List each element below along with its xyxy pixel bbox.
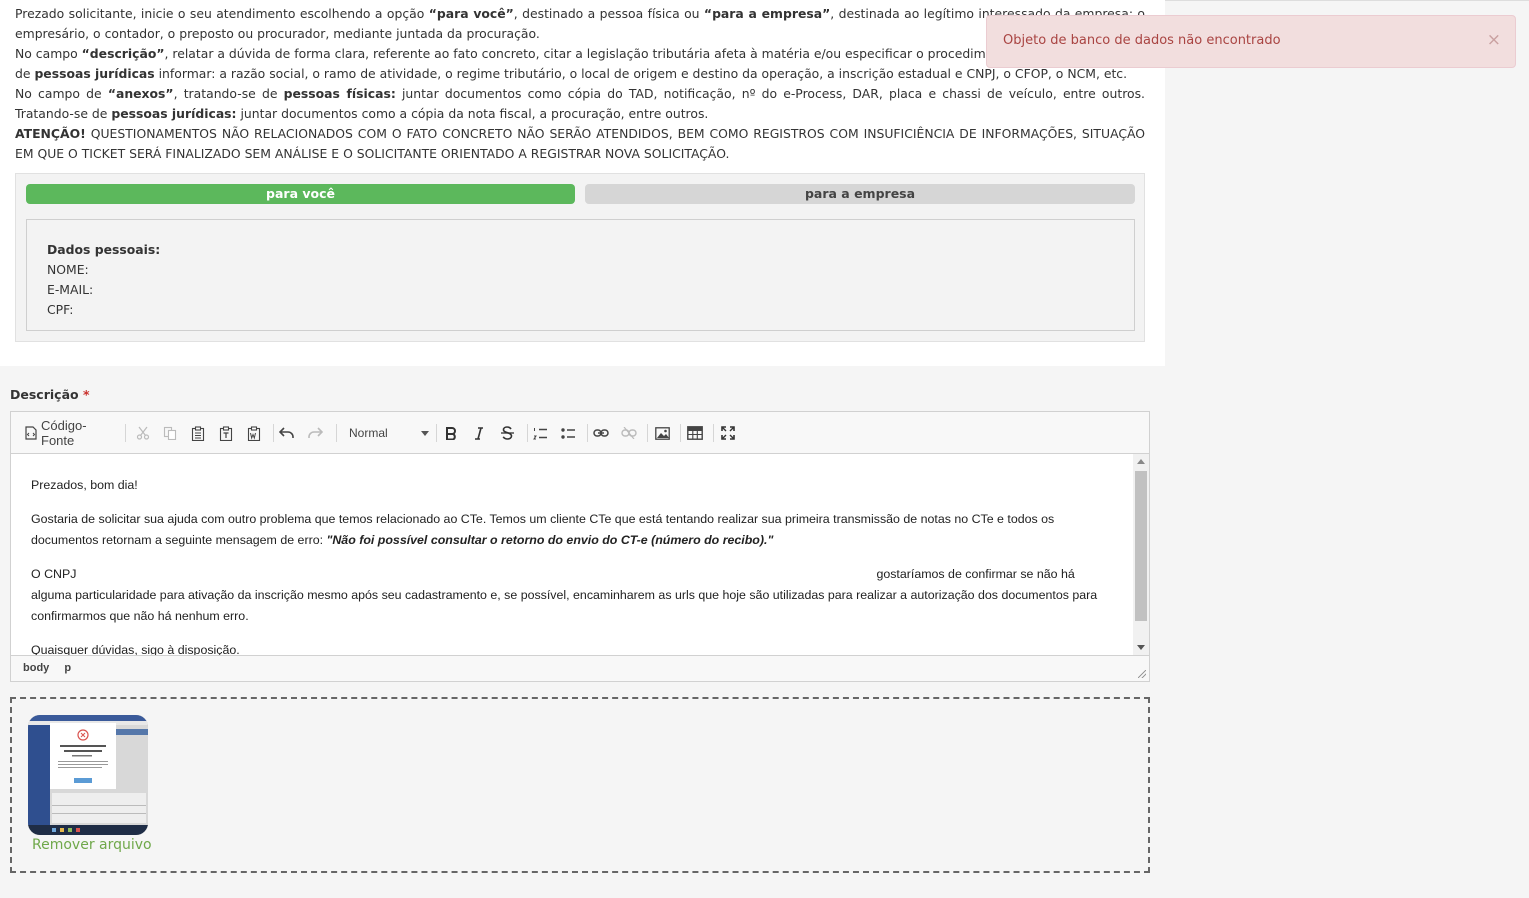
name-label: NOME: bbox=[47, 262, 89, 277]
editor-scrollbar[interactable] bbox=[1133, 454, 1149, 655]
toolbar-separator bbox=[713, 424, 714, 442]
editor-paragraph: O CNPJ gostaríamos de confirmar se não há… bbox=[31, 567, 1098, 623]
tab-para-empresa[interactable]: para a empresa bbox=[585, 184, 1135, 204]
strikethrough-icon bbox=[500, 426, 514, 440]
cut-button[interactable] bbox=[133, 421, 153, 445]
toolbar-separator bbox=[436, 424, 437, 442]
path-body[interactable]: body bbox=[23, 662, 49, 674]
toolbar-separator bbox=[273, 424, 274, 442]
editor-toolbar: Código-Fonte Normal bbox=[11, 412, 1149, 454]
instructions-text: Prezado solicitante, inicie o seu atendi… bbox=[15, 4, 1145, 164]
bulleted-list-icon bbox=[560, 427, 576, 440]
personal-data-panel: Dados pessoais: NOME: E-MAIL: CPF: bbox=[26, 219, 1135, 331]
chevron-down-icon bbox=[421, 430, 429, 436]
editor-paragraph: Prezados, bom dia! bbox=[31, 478, 138, 492]
paste-button[interactable] bbox=[188, 421, 208, 445]
remove-file-link[interactable]: Remover arquivo bbox=[32, 837, 152, 853]
toolbar-separator bbox=[680, 424, 681, 442]
numbered-list-button[interactable] bbox=[530, 421, 550, 445]
resize-handle-icon[interactable] bbox=[1138, 670, 1146, 678]
email-label: E-MAIL: bbox=[47, 282, 94, 297]
toolbar-separator bbox=[647, 424, 648, 442]
redo-button[interactable] bbox=[305, 421, 325, 445]
tab-para-voce[interactable]: para você bbox=[26, 184, 575, 204]
link-icon bbox=[593, 428, 609, 438]
table-button[interactable] bbox=[685, 421, 705, 445]
editor-paragraph: Gostaria de solicitar sua ajuda com outr… bbox=[31, 512, 1055, 547]
unlink-button[interactable] bbox=[619, 421, 639, 445]
editor-content[interactable]: Prezados, bom dia! Gostaria de solicitar… bbox=[11, 454, 1133, 655]
toolbar-separator bbox=[587, 424, 588, 442]
format-select[interactable]: Normal bbox=[349, 421, 429, 445]
strikethrough-button[interactable] bbox=[497, 421, 517, 445]
source-code-button[interactable]: Código-Fonte bbox=[25, 418, 119, 448]
paste-word-icon bbox=[247, 425, 261, 441]
editor-paragraph: Quaisquer dúvidas, sigo à disposição. bbox=[31, 643, 240, 655]
unlink-icon bbox=[621, 427, 637, 439]
required-marker: * bbox=[82, 387, 90, 402]
error-alert: Objeto de banco de dados não encontrado … bbox=[986, 15, 1516, 68]
element-path-bar: body p bbox=[11, 655, 1149, 681]
paste-text-icon bbox=[219, 425, 233, 441]
bold-button[interactable] bbox=[441, 421, 461, 445]
scroll-thumb[interactable] bbox=[1135, 471, 1147, 621]
attachment-thumbnail bbox=[28, 715, 148, 835]
paste-text-button[interactable] bbox=[216, 421, 236, 445]
description-label: Descrição * bbox=[10, 387, 90, 402]
italic-button[interactable] bbox=[469, 421, 489, 445]
path-p[interactable]: p bbox=[64, 662, 71, 674]
source-label: Código-Fonte bbox=[41, 418, 87, 448]
italic-icon bbox=[474, 426, 484, 440]
toolbar-separator bbox=[125, 424, 126, 442]
intro-paragraph-2: No campo “descrição”, relatar a dúvida d… bbox=[15, 46, 1128, 81]
paste-word-button[interactable] bbox=[244, 421, 264, 445]
format-value: Normal bbox=[349, 426, 388, 440]
numbered-list-icon bbox=[532, 427, 548, 440]
intro-warning: ATENÇÃO! QUESTIONAMENTOS NÃO RELACIONADO… bbox=[15, 126, 1145, 161]
undo-icon bbox=[279, 427, 295, 439]
scroll-down-icon[interactable] bbox=[1137, 645, 1145, 650]
requester-type-box: para você para a empresa Dados pessoais:… bbox=[15, 173, 1145, 342]
scroll-up-icon[interactable] bbox=[1137, 459, 1145, 464]
paste-icon bbox=[191, 425, 205, 441]
image-icon bbox=[654, 426, 670, 440]
table-icon bbox=[687, 426, 703, 440]
link-button[interactable] bbox=[591, 421, 611, 445]
image-button[interactable] bbox=[652, 421, 672, 445]
intro-paragraph-3: No campo de “anexos”, tratando-se de pes… bbox=[15, 86, 1145, 121]
bulleted-list-button[interactable] bbox=[558, 421, 578, 445]
rich-text-editor: Código-Fonte Normal Prezados, bom dia! G… bbox=[10, 411, 1150, 682]
attachment-dropzone[interactable]: Remover arquivo bbox=[10, 697, 1150, 873]
copy-icon bbox=[163, 426, 177, 440]
source-icon bbox=[25, 426, 37, 440]
maximize-button[interactable] bbox=[718, 421, 738, 445]
bold-icon bbox=[445, 426, 457, 440]
toolbar-separator bbox=[527, 424, 528, 442]
redo-icon bbox=[307, 427, 323, 439]
screenshot-preview-image bbox=[28, 715, 148, 835]
error-message-quote: "Não foi possível consultar o retorno do… bbox=[326, 533, 774, 547]
toolbar-separator bbox=[336, 424, 337, 442]
alert-message: Objeto de banco de dados não encontrado bbox=[1003, 33, 1281, 48]
scissors-icon bbox=[136, 426, 150, 440]
personal-data-heading: Dados pessoais: bbox=[47, 242, 161, 257]
close-icon[interactable]: × bbox=[1487, 30, 1501, 50]
copy-button[interactable] bbox=[160, 421, 180, 445]
undo-button[interactable] bbox=[277, 421, 297, 445]
maximize-icon bbox=[721, 426, 735, 440]
intro-paragraph-1: Prezado solicitante, inicie o seu atendi… bbox=[15, 6, 1145, 41]
cpf-label: CPF: bbox=[47, 302, 74, 317]
